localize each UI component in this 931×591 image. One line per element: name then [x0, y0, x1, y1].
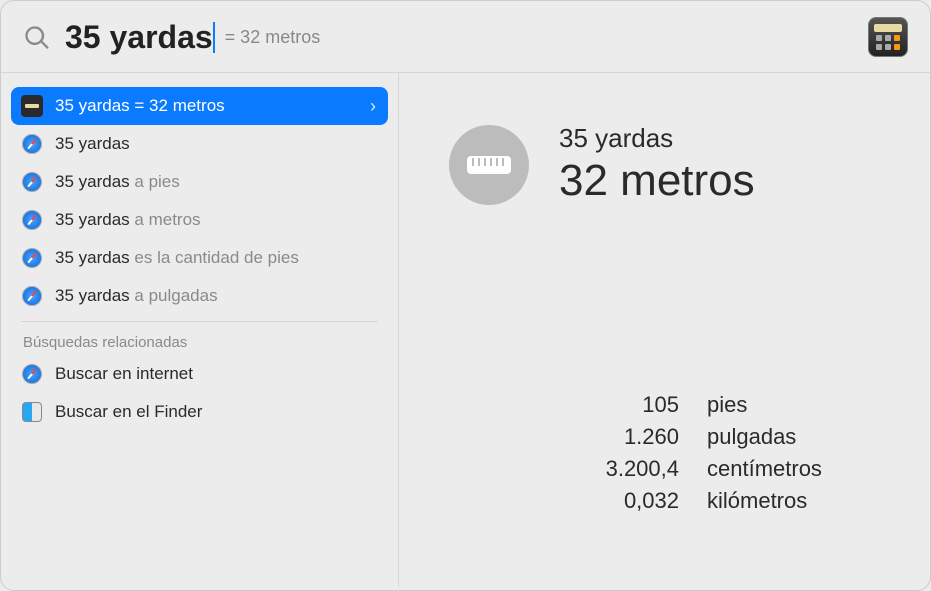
- suggestion-suffix: a pies: [130, 172, 180, 191]
- conversion-value: 3.200,4: [509, 453, 679, 485]
- result-suggestion[interactable]: 35 yardas a pies: [11, 163, 388, 201]
- top-hit-input: 35 yardas: [55, 96, 130, 115]
- suggestion-query: 35 yardas: [55, 172, 130, 191]
- preview-pane: 35 yardas 32 metros 105 pies 1.260 pulgadas…: [399, 73, 930, 587]
- safari-icon: [21, 363, 43, 385]
- search-icon: [23, 24, 51, 52]
- chevron-right-icon: ›: [370, 96, 376, 117]
- divider: [21, 321, 378, 322]
- suggestion-suffix: a metros: [130, 210, 201, 229]
- suggestion-query: 35 yardas: [55, 210, 130, 229]
- conversion-unit: centímetros: [707, 453, 822, 485]
- main-content: 35 yardas = 32 metros › 35 yardas35 yard…: [1, 73, 930, 587]
- safari-icon: [21, 171, 43, 193]
- conversion-table: 105pies1.260pulgadas3.200,4centímetros0,…: [509, 389, 880, 517]
- suggestion-query: 35 yardas: [55, 134, 130, 153]
- conversion-unit: pies: [707, 389, 747, 421]
- suggestion-suffix: a pulgadas: [130, 286, 218, 305]
- search-bar: 35 yardas = 32 metros: [1, 1, 930, 73]
- conversion-unit: pulgadas: [707, 421, 796, 453]
- finder-icon: [21, 401, 43, 423]
- suggestion-suffix: es la cantidad de pies: [130, 248, 299, 267]
- safari-icon: [21, 285, 43, 307]
- result-suggestion[interactable]: 35 yardas: [11, 125, 388, 163]
- result-suggestion[interactable]: 35 yardas es la cantidad de pies: [11, 239, 388, 277]
- related-searches-header: Búsquedas relacionadas: [11, 328, 388, 355]
- conversion-value: 105: [509, 389, 679, 421]
- related-label: Buscar en el Finder: [55, 402, 202, 422]
- related-item[interactable]: Buscar en internet: [11, 355, 388, 393]
- preview-result-value: 32 metros: [559, 156, 755, 206]
- safari-icon: [21, 209, 43, 231]
- result-top-hit[interactable]: 35 yardas = 32 metros ›: [11, 87, 388, 125]
- search-inline-result: = 32 metros: [225, 27, 321, 48]
- suggestion-query: 35 yardas: [55, 286, 130, 305]
- conversion-row: 0,032 kilómetros: [509, 485, 880, 517]
- conversion-value: 1.260: [509, 421, 679, 453]
- result-suggestion[interactable]: 35 yardas a metros: [11, 201, 388, 239]
- conversion-row: 3.200,4 centímetros: [509, 453, 880, 485]
- result-suggestion[interactable]: 35 yardas a pulgadas: [11, 277, 388, 315]
- safari-icon: [21, 133, 43, 155]
- suggestion-query: 35 yardas: [55, 248, 130, 267]
- conversion-value: 0,032: [509, 485, 679, 517]
- calculator-icon: [21, 95, 43, 117]
- conversion-row: 105 pies: [509, 389, 880, 421]
- results-sidebar: 35 yardas = 32 metros › 35 yardas35 yard…: [1, 73, 399, 587]
- top-hit-result: = 32 metros: [134, 96, 224, 115]
- conversion-row: 1.260 pulgadas: [509, 421, 880, 453]
- search-input[interactable]: 35 yardas: [65, 19, 213, 56]
- related-label: Buscar en internet: [55, 364, 193, 384]
- conversion-unit: kilómetros: [707, 485, 807, 517]
- preview-input-value: 35 yardas: [559, 123, 755, 154]
- calculator-icon[interactable]: [868, 17, 908, 57]
- safari-icon: [21, 247, 43, 269]
- related-item[interactable]: Buscar en el Finder: [11, 393, 388, 431]
- ruler-icon: [449, 125, 529, 205]
